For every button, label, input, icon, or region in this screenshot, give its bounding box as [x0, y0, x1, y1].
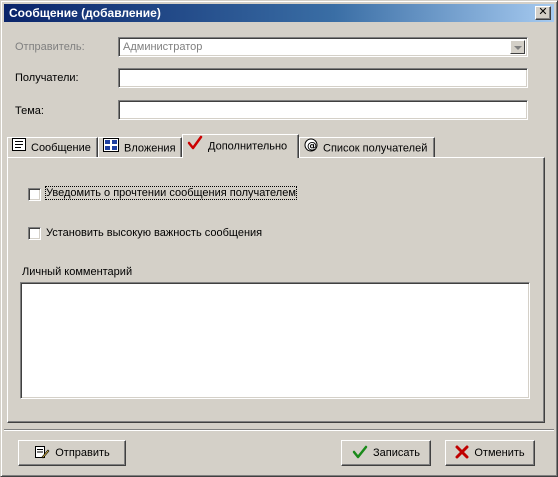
- high-importance-label[interactable]: Установить высокую важность сообщения: [46, 227, 262, 239]
- button-divider: [4, 429, 554, 431]
- read-receipt-label[interactable]: Уведомить о прочтении сообщения получате…: [45, 186, 297, 200]
- read-receipt-checkbox[interactable]: [28, 188, 41, 201]
- green-check-icon: [352, 445, 368, 462]
- dialog-window: Сообщение (добавление) ✕ Отправитель: Ад…: [0, 0, 558, 477]
- close-icon: ✕: [538, 6, 548, 18]
- chevron-down-icon: [510, 40, 525, 54]
- red-x-icon: [455, 445, 469, 462]
- tab-attachments[interactable]: Вложения: [98, 137, 182, 158]
- message-icon: [12, 138, 26, 158]
- send-icon: [34, 445, 50, 462]
- save-button[interactable]: Записать: [341, 440, 431, 466]
- tab-message[interactable]: Сообщение: [7, 137, 98, 158]
- recipients-list-icon: @: [304, 138, 318, 159]
- high-importance-checkbox[interactable]: [28, 227, 41, 240]
- save-button-label: Записать: [372, 447, 420, 459]
- sender-value: Администратор: [123, 41, 203, 53]
- cancel-button[interactable]: Отменить: [445, 440, 535, 466]
- tab-additional[interactable]: Дополнительно: [182, 134, 299, 158]
- tab-recipients-list[interactable]: @ Список получателей: [299, 137, 435, 158]
- comment-label: Личный комментарий: [22, 266, 133, 278]
- send-button-label: Отправить: [55, 447, 110, 459]
- title-bar[interactable]: Сообщение (добавление) ✕: [4, 4, 554, 22]
- tab-recipients-list-label: Список получателей: [323, 142, 428, 155]
- tab-message-label: Сообщение: [31, 141, 91, 154]
- checkmark-icon: [187, 135, 203, 158]
- attachments-icon: [103, 138, 119, 159]
- tab-additional-label: Дополнительно: [208, 140, 288, 153]
- sender-label: Отправитель:: [15, 41, 85, 53]
- cancel-button-label: Отменить: [474, 447, 525, 459]
- comment-textarea[interactable]: [20, 282, 530, 399]
- tab-panel-additional: Уведомить о прочтении сообщения получате…: [7, 157, 545, 423]
- sender-combobox: Администратор: [118, 37, 528, 57]
- subject-input[interactable]: [118, 100, 528, 120]
- recipients-label: Получатели:: [15, 72, 79, 84]
- tab-attachments-label: Вложения: [124, 142, 176, 155]
- send-button[interactable]: Отправить: [18, 440, 126, 466]
- recipients-input[interactable]: [118, 68, 528, 88]
- window-title: Сообщение (добавление): [9, 6, 161, 20]
- svg-text:@: @: [307, 141, 317, 152]
- subject-label: Тема:: [15, 105, 44, 117]
- close-button[interactable]: ✕: [535, 6, 551, 20]
